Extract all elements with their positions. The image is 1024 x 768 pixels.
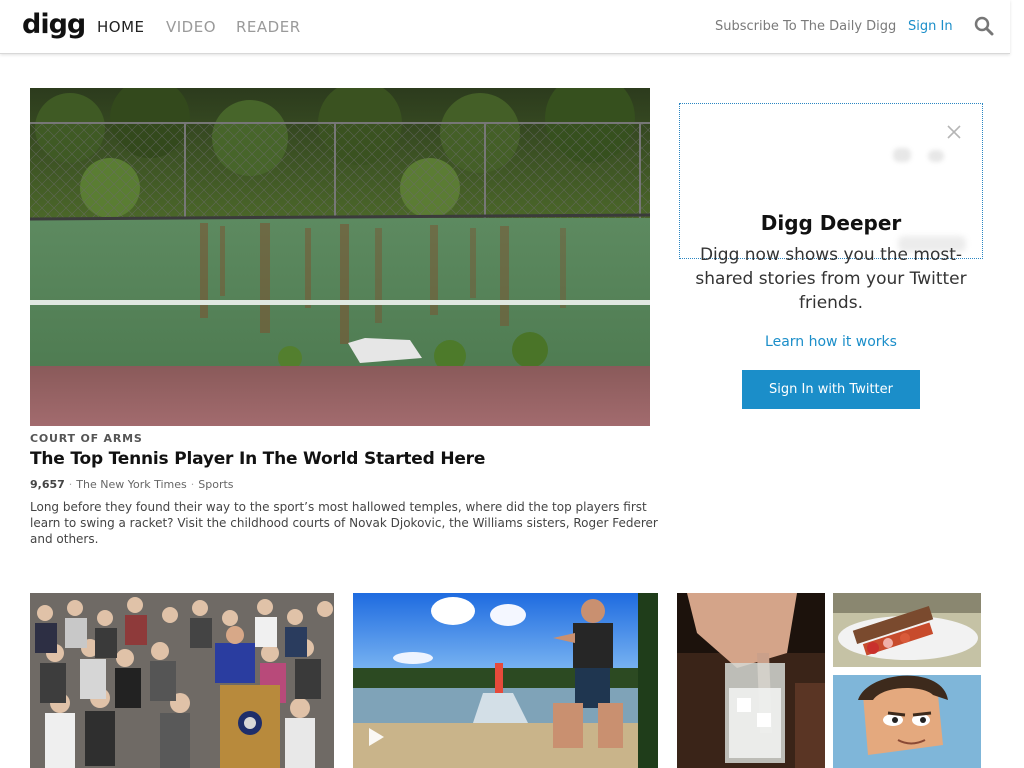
meta-separator: · [190, 478, 195, 491]
subscribe-link[interactable]: Subscribe To The Daily Digg [715, 19, 896, 34]
digg-logo[interactable]: digg [22, 10, 86, 40]
hero-image[interactable] [30, 88, 650, 426]
story-meta: 9,657 · The New York Times · Sports [30, 478, 234, 491]
digg-count: 9,657 [30, 478, 65, 491]
story-source[interactable]: The New York Times [76, 478, 186, 491]
meta-separator: · [68, 478, 73, 491]
nav-video[interactable]: VIDEO [166, 18, 216, 36]
story-description: Long before they found their way to the … [30, 500, 658, 546]
close-icon[interactable] [946, 124, 962, 140]
decorative-blur [893, 148, 911, 162]
panel-title: Digg Deeper [760, 211, 902, 235]
nav-reader[interactable]: READER [236, 18, 301, 36]
search-icon[interactable] [974, 16, 994, 36]
story-thumbnail[interactable] [677, 593, 825, 768]
story-category[interactable]: Sports [198, 478, 233, 491]
signin-link[interactable]: Sign In [908, 19, 953, 34]
nav-home[interactable]: HOME [97, 18, 145, 36]
story-title[interactable]: The Top Tennis Player In The World Start… [30, 449, 485, 469]
story-kicker[interactable]: COURT OF ARMS [30, 432, 143, 445]
sign-in-twitter-button[interactable]: Sign In with Twitter [742, 370, 920, 409]
story-thumbnail[interactable] [833, 593, 981, 667]
play-icon[interactable] [366, 727, 386, 747]
story-thumbnail[interactable] [30, 593, 334, 768]
top-header: digg HOME VIDEO READER Subscribe To The … [0, 0, 1010, 54]
decorative-blur [928, 150, 944, 162]
video-thumbnail[interactable] [353, 593, 658, 768]
learn-how-link[interactable]: Learn how it works [680, 334, 982, 350]
panel-text: Digg now shows you the most-shared stori… [695, 245, 967, 313]
story-thumbnail[interactable] [833, 675, 981, 768]
